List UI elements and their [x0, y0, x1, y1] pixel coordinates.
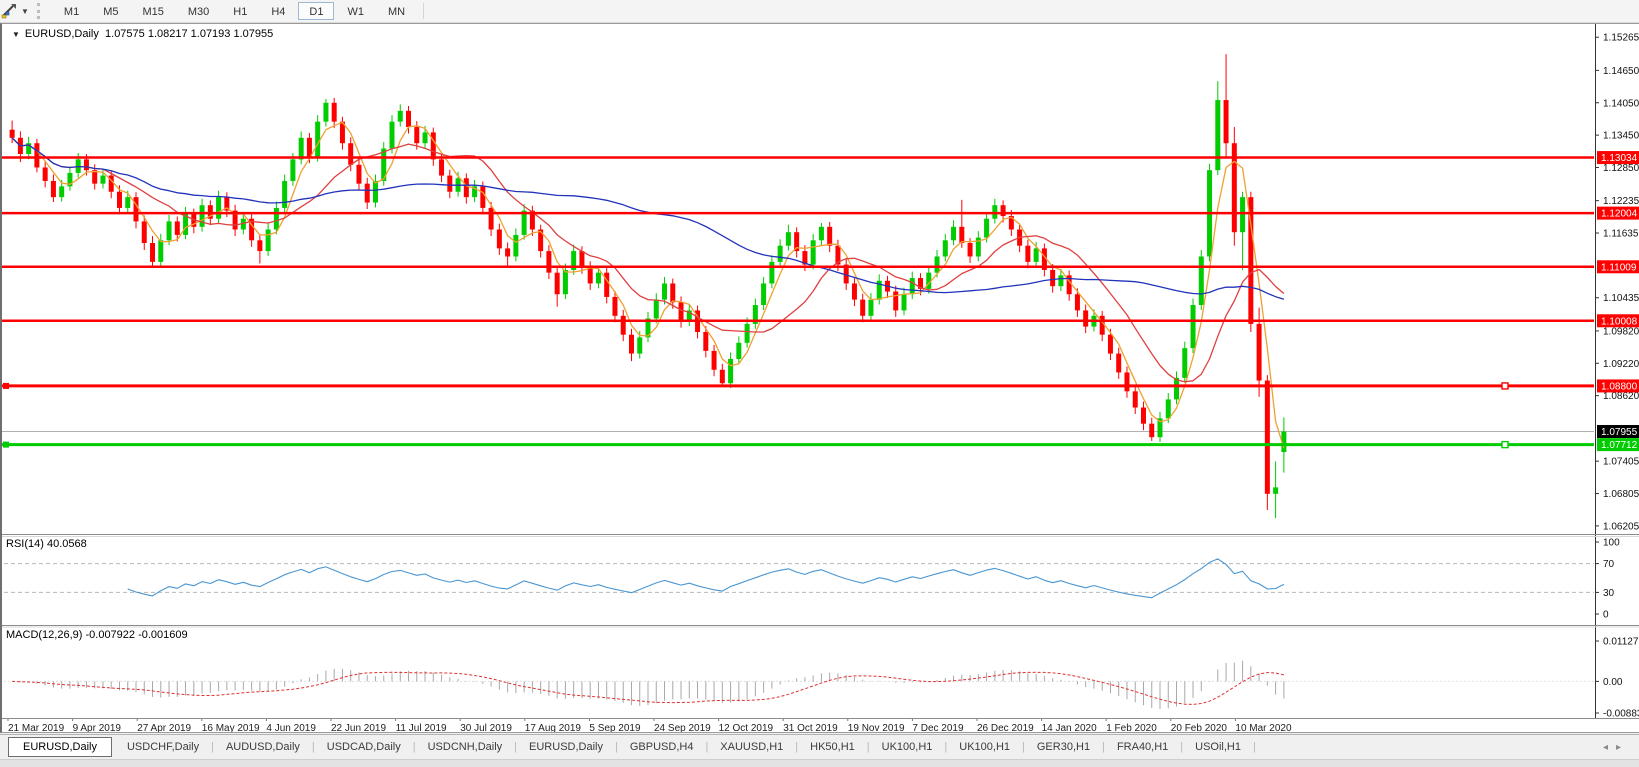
- svg-text:5 Sep 2019: 5 Sep 2019: [589, 723, 641, 732]
- chart-symbol-label: EURUSD,Daily: [25, 28, 99, 40]
- tab-scroll-left-icon: ◂: [1603, 742, 1616, 753]
- svg-text:1 Feb 2020: 1 Feb 2020: [1106, 723, 1157, 732]
- price-axis: 1.15265 1.14650 1.14050 1.13450 1.12850 1.122…: [1595, 24, 1639, 718]
- timeframe-button-m15[interactable]: M15: [131, 2, 174, 20]
- svg-text:-0.008837: -0.008837: [1603, 709, 1639, 720]
- svg-text:19 Nov 2019: 19 Nov 2019: [848, 723, 905, 732]
- svg-text:0.011277: 0.011277: [1603, 637, 1639, 648]
- cursor-tool-dropdown-icon[interactable]: ▼: [21, 7, 29, 16]
- chart-ohlc-values: 1.07575 1.08217 1.07193 1.07955: [105, 28, 273, 40]
- chart-tab-bar: EURUSD,Daily USDCHF,Daily| AUDUSD,Daily|…: [0, 734, 1639, 759]
- timeframe-button-h1[interactable]: H1: [222, 2, 258, 20]
- timeframe-button-m30[interactable]: M30: [177, 2, 220, 20]
- svg-text:1.07712: 1.07712: [1601, 440, 1638, 451]
- chart-tab-uk100-h1-2[interactable]: UK100,H1: [948, 738, 1021, 756]
- timeframe-toolbar: ▼ M1 M5 M15 M30 H1 H4 D1 W1 MN: [0, 0, 1639, 23]
- toolbar-grip[interactable]: [37, 3, 44, 19]
- chart-tab-usoil-h1[interactable]: USOil,H1: [1184, 738, 1252, 756]
- svg-text:9 Apr 2019: 9 Apr 2019: [73, 723, 122, 732]
- chart-tab-hk50-h1[interactable]: HK50,H1: [799, 738, 866, 756]
- svg-text:1.09220: 1.09220: [1603, 359, 1639, 370]
- svg-text:1.11009: 1.11009: [1601, 262, 1637, 273]
- svg-text:1.09820: 1.09820: [1603, 326, 1639, 337]
- chart-title: ▼ EURUSD,Daily 1.07575 1.08217 1.07193 1.…: [12, 28, 273, 40]
- svg-text:1.13450: 1.13450: [1603, 131, 1639, 142]
- svg-text:70: 70: [1603, 559, 1615, 570]
- chart-tab-xauusd-h1[interactable]: XAUUSD,H1: [709, 738, 794, 756]
- svg-text:1.15265: 1.15265: [1603, 33, 1639, 44]
- svg-text:1.10435: 1.10435: [1603, 293, 1639, 304]
- tab-scroll-arrows[interactable]: ◂▸: [1603, 742, 1629, 753]
- svg-text:1.13034: 1.13034: [1601, 153, 1638, 164]
- chart-tab-usdcnh-daily[interactable]: USDCNH,Daily: [417, 738, 514, 756]
- timeframe-button-mn[interactable]: MN: [377, 2, 416, 20]
- svg-text:1.08620: 1.08620: [1603, 391, 1639, 402]
- svg-text:21 Mar 2019: 21 Mar 2019: [8, 723, 65, 732]
- trading-terminal: ▼ M1 M5 M15 M30 H1 H4 D1 W1 MN ▼ EURUSD,D…: [0, 0, 1639, 767]
- svg-text:11 Jul 2019: 11 Jul 2019: [396, 723, 447, 732]
- chart-window[interactable]: ▼ EURUSD,Daily 1.07575 1.08217 1.07193 1.…: [0, 23, 1639, 733]
- svg-text:1.07955: 1.07955: [1601, 427, 1638, 438]
- chart-tab-gbpusd-h4[interactable]: GBPUSD,H4: [619, 738, 705, 756]
- macd-panel: 0.011277 0.00 -0.008837: [4, 637, 1639, 720]
- svg-text:24 Sep 2019: 24 Sep 2019: [654, 723, 711, 732]
- svg-text:1.07405: 1.07405: [1603, 457, 1639, 468]
- timeframe-button-m1[interactable]: M1: [53, 2, 90, 20]
- svg-text:30 Jul 2019: 30 Jul 2019: [460, 723, 512, 732]
- svg-text:1.14650: 1.14650: [1603, 66, 1639, 77]
- svg-text:1.12235: 1.12235: [1603, 196, 1639, 207]
- chart-tab-ger30-h1[interactable]: GER30,H1: [1026, 738, 1101, 756]
- timeframe-button-m5[interactable]: M5: [92, 2, 129, 20]
- svg-text:4 Jun 2019: 4 Jun 2019: [266, 723, 316, 732]
- rsi-panel: 100 70 30 0: [4, 538, 1620, 621]
- svg-text:16 May 2019: 16 May 2019: [202, 723, 260, 732]
- chart-tab-usdchf-daily[interactable]: USDCHF,Daily: [116, 738, 210, 756]
- svg-text:17 Aug 2019: 17 Aug 2019: [525, 723, 582, 732]
- timeframe-button-h4[interactable]: H4: [260, 2, 296, 20]
- svg-text:1.14050: 1.14050: [1603, 98, 1639, 109]
- toolbar-separator: [423, 3, 424, 19]
- cursor-tool-icon[interactable]: [1, 3, 19, 19]
- chart-tab-fra40-h1[interactable]: FRA40,H1: [1106, 738, 1179, 756]
- svg-text:22 Jun 2019: 22 Jun 2019: [331, 723, 386, 732]
- chart-tab-audusd-daily[interactable]: AUDUSD,Daily: [215, 738, 311, 756]
- svg-text:30: 30: [1603, 588, 1615, 599]
- svg-text:1.11635: 1.11635: [1603, 229, 1639, 240]
- svg-text:7 Dec 2019: 7 Dec 2019: [912, 723, 964, 732]
- chart-tab-usdcad-daily[interactable]: USDCAD,Daily: [316, 738, 412, 756]
- svg-text:31 Oct 2019: 31 Oct 2019: [783, 723, 838, 732]
- svg-text:26 Dec 2019: 26 Dec 2019: [977, 723, 1034, 732]
- rsi-indicator-label: RSI(14) 40.0568: [6, 538, 87, 550]
- rsi-value: 40.0568: [47, 538, 87, 550]
- chart-canvas[interactable]: 100 70 30 0 0.011277 0.00 -0.008837 1.15265 1.14…: [2, 24, 1639, 732]
- svg-text:1.12850: 1.12850: [1603, 163, 1639, 174]
- status-strip: [0, 759, 1639, 767]
- svg-text:1.10008: 1.10008: [1601, 316, 1638, 327]
- chart-tab-eurusd-daily-2[interactable]: EURUSD,Daily: [518, 738, 614, 756]
- svg-text:1.06805: 1.06805: [1603, 489, 1639, 500]
- svg-text:0: 0: [1603, 610, 1609, 621]
- date-axis: 21 Mar 2019 9 Apr 2019 27 Apr 2019 16 May 2…: [8, 718, 1292, 732]
- svg-text:27 Apr 2019: 27 Apr 2019: [137, 723, 191, 732]
- chart-tab-eurusd-daily[interactable]: EURUSD,Daily: [8, 737, 112, 757]
- macd-values: -0.007922 -0.001609: [85, 629, 187, 641]
- svg-text:12 Oct 2019: 12 Oct 2019: [719, 723, 774, 732]
- svg-text:0.00: 0.00: [1603, 677, 1623, 688]
- svg-text:10 Mar 2020: 10 Mar 2020: [1235, 723, 1292, 732]
- chart-dropdown-icon[interactable]: ▼: [12, 30, 20, 39]
- svg-text:1.12004: 1.12004: [1601, 209, 1638, 220]
- svg-text:100: 100: [1603, 538, 1620, 549]
- macd-indicator-label: MACD(12,26,9) -0.007922 -0.001609: [6, 629, 188, 641]
- tab-scroll-right-icon: ▸: [1616, 742, 1629, 753]
- timeframe-button-d1[interactable]: D1: [298, 2, 334, 20]
- svg-text:20 Feb 2020: 20 Feb 2020: [1171, 723, 1228, 732]
- main-price-panel: [2, 54, 1594, 518]
- timeframe-button-w1[interactable]: W1: [336, 2, 375, 20]
- svg-text:1.08800: 1.08800: [1601, 381, 1638, 392]
- svg-text:14 Jan 2020: 14 Jan 2020: [1042, 723, 1097, 732]
- chart-tab-uk100-h1[interactable]: UK100,H1: [871, 738, 944, 756]
- svg-text:1.06205: 1.06205: [1603, 521, 1639, 532]
